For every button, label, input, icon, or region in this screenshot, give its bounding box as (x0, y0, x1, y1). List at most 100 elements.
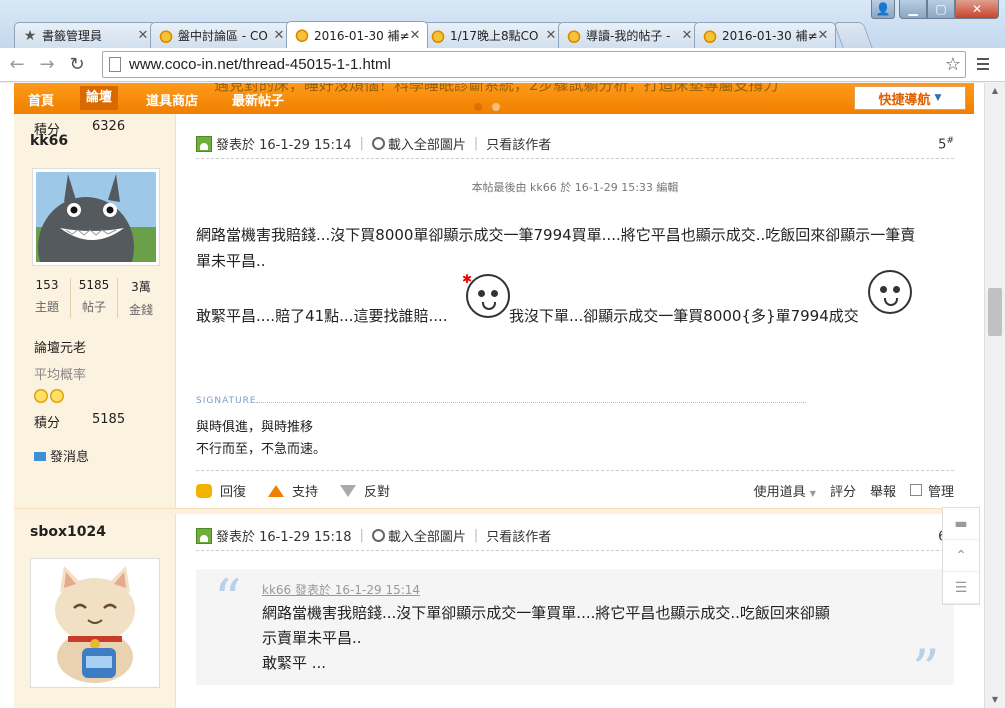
close-icon[interactable]: ✕ (137, 28, 149, 43)
close-window-button[interactable]: ✕ (955, 0, 999, 19)
oppose-button[interactable]: 反對 (340, 481, 390, 500)
close-icon[interactable]: ✕ (409, 28, 421, 43)
maximize-button[interactable]: ▢ (927, 0, 955, 19)
user-profile-icon[interactable]: 👤 (871, 0, 895, 19)
tab-coco-event[interactable]: 1/17晚上8點CO ✕ (422, 22, 564, 48)
ad-marquee[interactable]: 遇見對的床，睡好沒煩惱！科學睡眠診斷系統，2步驟試躺分析，打造床墊專屬支撐力 (214, 83, 779, 95)
tab-bookmarks[interactable]: ★ 書籤管理員 ✕ (14, 22, 156, 48)
close-icon[interactable]: ✕ (545, 28, 557, 43)
post-actions-right: 使用道具 ▼ 評分 舉報 管理 (754, 481, 954, 500)
list-icon[interactable]: ☰ (943, 572, 979, 604)
quick-nav-label: 快捷導航 (878, 92, 931, 108)
quote-author-link[interactable]: kk66 發表於 16-1-29 15:14 (262, 581, 420, 598)
tab-label: 2016-01-30 補≠ (314, 28, 409, 43)
quote-block: “ kk66 發表於 16-1-29 15:14 網路當機害我賠錢...沒下單卻… (196, 569, 954, 697)
manage-checkbox-group[interactable]: 管理 (909, 481, 954, 500)
close-icon[interactable]: ✕ (273, 28, 285, 43)
nav-forum[interactable]: 論壇 (80, 86, 119, 110)
tab-thread-2[interactable]: 2016-01-30 補≠ ✕ (694, 22, 836, 48)
post-6-body: 發表於 16-1-29 15:18 | 載入全部圖片 | 只看該作者 6# “ … (176, 514, 974, 708)
stat-num: 153 (35, 278, 59, 292)
address-bar[interactable]: www.coco-in.net/thread-45015-1-1.html ☆ (102, 51, 966, 78)
comment-bubble-icon[interactable]: ▬ (943, 508, 979, 540)
back-to-top-icon[interactable]: ⌃ (943, 540, 979, 572)
quick-nav-button[interactable]: 快捷導航 ▼ (854, 86, 966, 110)
use-tools-dropdown[interactable]: 使用道具 ▼ (754, 481, 816, 500)
avatar[interactable] (30, 558, 160, 688)
only-author-link[interactable]: 只看該作者 (486, 134, 551, 153)
mail-icon (34, 452, 46, 461)
carousel-dot[interactable] (474, 103, 482, 111)
carousel-dot[interactable] (492, 103, 500, 111)
browser-titlebar: ★ 書籤管理員 ✕ 盤中討論區 - CO ✕ 2016-01-30 補≠ ✕ 1… (0, 0, 1005, 48)
star-icon: ★ (23, 27, 37, 44)
browser-toolbar: ← → ↻ www.coco-in.net/thread-45015-1-1.h… (0, 48, 1005, 82)
new-tab-button[interactable] (833, 22, 873, 48)
only-author-link[interactable]: 只看該作者 (486, 526, 551, 545)
post-sidebar: sbox1024 (14, 514, 176, 708)
reply-icon (196, 483, 212, 498)
post-time: 發表於 16-1-29 15:18 (216, 530, 352, 545)
send-message-link[interactable]: 發消息 (34, 446, 89, 465)
thumb-up-arrow-icon (268, 484, 285, 497)
back-arrow-icon[interactable]: ← (4, 52, 30, 78)
reply-label: 回復 (220, 485, 247, 500)
mouth (884, 298, 898, 306)
cat-face-emoji-icon (868, 270, 912, 314)
scroll-down-arrow-icon[interactable]: ▼ (985, 692, 1005, 708)
tab-discussion[interactable]: 盤中討論區 - CO ✕ (150, 22, 292, 48)
points-value: 5185 (92, 412, 126, 427)
author-name[interactable]: kk66 (30, 133, 68, 149)
load-all-images-link[interactable]: 載入全部圖片 (388, 526, 466, 545)
separator: | (473, 528, 479, 543)
nav-shop[interactable]: 道具商店 (146, 90, 198, 109)
vertical-scrollbar[interactable]: ▲ ▼ (984, 83, 1005, 708)
stat-posts[interactable]: 5185 帖子 (71, 278, 118, 318)
coco-favicon-icon (567, 28, 581, 43)
user-head-icon (196, 135, 212, 152)
divider (196, 550, 954, 551)
lucky-cat-avatar-image (34, 562, 156, 684)
thread-content: 積分 6326 kk66 153 主題 5185 帖子 3萬 金錢 論壇元老 平… (14, 114, 974, 708)
support-button[interactable]: 支持 (268, 481, 318, 500)
tab-label: 2016-01-30 補≠ (722, 29, 817, 43)
nav-latest[interactable]: 最新帖子 (232, 90, 284, 109)
manage-label: 管理 (927, 485, 954, 500)
tab-my-posts[interactable]: 導讀-我的帖子 - ✕ (558, 22, 700, 48)
smiley-icon (34, 389, 48, 403)
bookmark-star-icon[interactable]: ☆ (941, 54, 965, 75)
post-time: 發表於 16-1-29 15:14 (216, 138, 352, 153)
magnifier-icon (371, 137, 385, 150)
scroll-up-arrow-icon[interactable]: ▲ (985, 83, 1005, 99)
reply-button[interactable]: 回復 (196, 481, 246, 500)
stat-topics[interactable]: 153 主題 (24, 278, 71, 318)
load-all-images-link[interactable]: 載入全部圖片 (388, 134, 466, 153)
avatar[interactable] (32, 168, 160, 297)
points-label: 積分 (34, 416, 61, 431)
quote-line: 示賣單未平昌.. (262, 629, 362, 647)
report-button[interactable]: 舉報 (870, 481, 896, 500)
user-rank[interactable]: 論壇元老 (34, 337, 86, 356)
coco-favicon-icon (295, 28, 309, 42)
chrome-menu-icon[interactable] (973, 54, 993, 74)
stat-money[interactable]: 3萬 金錢 (118, 278, 164, 318)
minimize-button[interactable]: ▁ (899, 0, 927, 19)
rate-button[interactable]: 評分 (830, 481, 856, 500)
forward-arrow-icon[interactable]: → (34, 52, 60, 78)
close-icon[interactable]: ✕ (817, 28, 829, 43)
stat-label: 帖子 (81, 300, 106, 314)
totoro-avatar-image (36, 172, 156, 297)
signature-line: 不行而至，不急而速。 (196, 442, 327, 457)
tab-active-thread[interactable]: 2016-01-30 補≠ ✕ (286, 21, 428, 48)
nav-home[interactable]: 首頁 (28, 90, 54, 109)
tab-label: 書籤管理員 (42, 29, 103, 43)
close-icon[interactable]: ✕ (681, 28, 693, 43)
scroll-thumb[interactable] (988, 288, 1002, 336)
floor-number[interactable]: 5# (938, 136, 954, 152)
manage-checkbox[interactable] (909, 484, 922, 496)
reload-icon[interactable]: ↻ (64, 52, 90, 78)
tab-label: 導讀-我的帖子 - (586, 29, 671, 43)
author-name[interactable]: sbox1024 (30, 524, 106, 540)
floating-tools: ▬ ⌃ ☰ (942, 507, 980, 605)
url-text[interactable]: www.coco-in.net/thread-45015-1-1.html (129, 56, 941, 73)
